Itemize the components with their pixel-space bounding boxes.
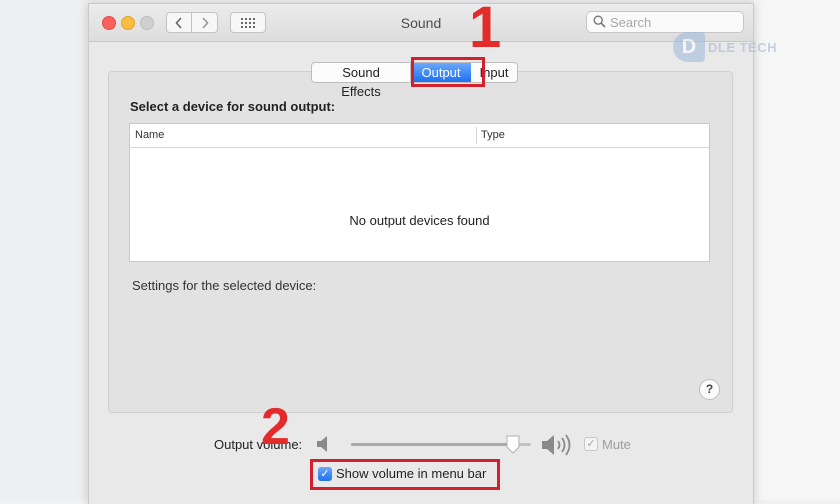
speaker-low-icon: [317, 436, 327, 452]
background-left: [0, 0, 88, 500]
volume-slider-knob[interactable]: [506, 435, 520, 454]
title-bar: Sound: [89, 4, 753, 42]
show-volume-checkbox[interactable]: ✓: [318, 467, 332, 481]
step-2-annotation: 2: [261, 398, 290, 456]
tab-output[interactable]: Output: [411, 63, 471, 82]
volume-slider-fill: [351, 443, 513, 446]
show-volume-label[interactable]: Show volume in menu bar: [336, 466, 486, 481]
search-icon: [593, 15, 606, 28]
sound-preferences-window: Sound D DLE TECH Sound Effects Output In…: [88, 0, 777, 504]
output-volume-slider[interactable]: [351, 435, 531, 454]
mute-checkbox[interactable]: ✓: [584, 437, 598, 451]
empty-table-message: No output devices found: [349, 213, 490, 228]
column-header-type[interactable]: Type: [481, 129, 505, 141]
help-button[interactable]: ?: [699, 379, 720, 400]
watermark-logo: D DLE TECH: [673, 30, 795, 64]
mute-label: Mute: [602, 437, 631, 452]
search-input[interactable]: [610, 14, 738, 30]
column-header-name[interactable]: Name: [135, 129, 164, 141]
watermark-mark: D: [673, 32, 705, 62]
step-1-annotation: 1: [469, 0, 502, 60]
background-right: [754, 0, 840, 500]
tab-input[interactable]: Input: [471, 63, 517, 82]
output-heading: Select a device for sound output:: [130, 99, 336, 114]
device-settings-label: Settings for the selected device:: [132, 278, 317, 293]
output-device-table[interactable]: Name Type No output devices found: [129, 123, 710, 262]
tab-sound-effects[interactable]: Sound Effects: [312, 63, 411, 99]
speaker-high-icon: [542, 434, 571, 456]
column-divider: [476, 127, 477, 144]
tab-bar: Sound Effects Output Input: [311, 62, 518, 99]
watermark-text: DLE TECH: [708, 39, 777, 55]
table-header: Name Type: [130, 124, 709, 148]
